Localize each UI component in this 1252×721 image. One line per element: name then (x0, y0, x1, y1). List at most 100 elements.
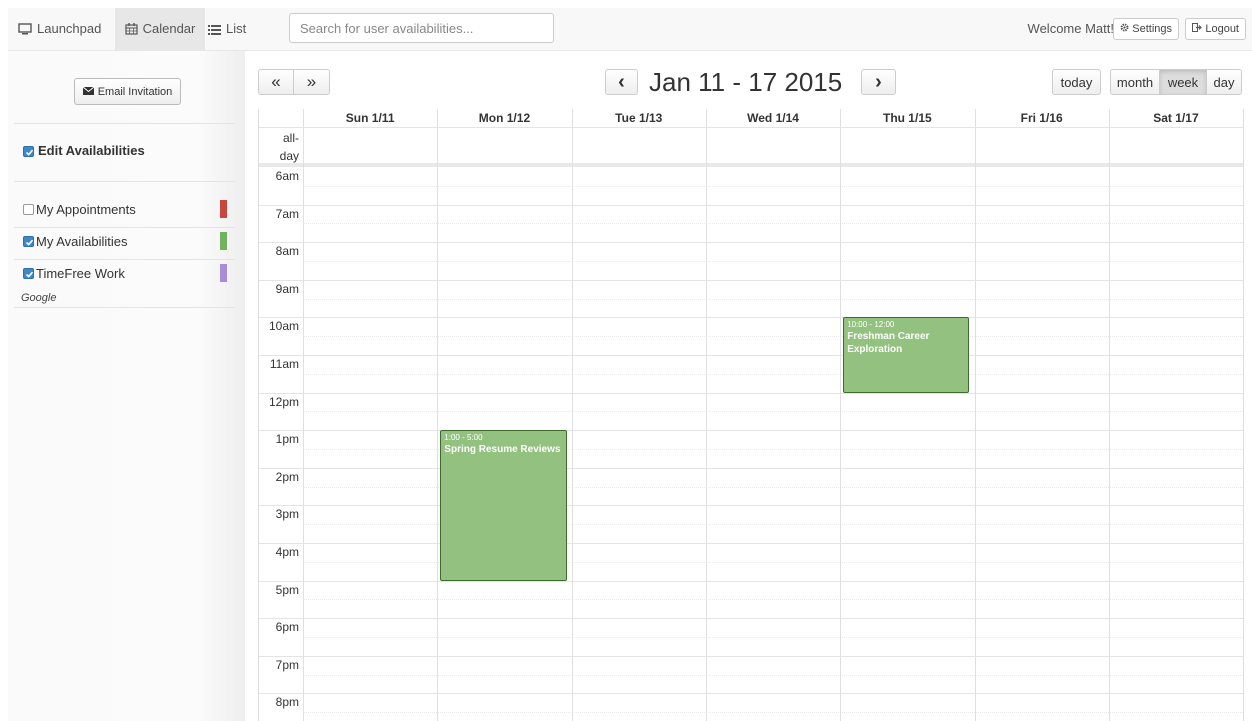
logout-label: Logout (1205, 23, 1239, 35)
my-appointments-label: My Appointments (36, 202, 136, 217)
calendar-icon (125, 23, 138, 35)
day-column-divider (705, 109, 707, 721)
time-label: 8am (275, 244, 299, 259)
welcome-text: Welcome Matt! (1027, 21, 1114, 36)
allday-label-line1: all- (282, 131, 299, 145)
nav-calendar[interactable]: Calendar (115, 8, 205, 50)
timefree-work-color-swatch (220, 264, 227, 282)
email-invitation-label: Email Invitation (97, 85, 173, 98)
day-column-divider (840, 109, 842, 721)
time-label: 8pm (275, 695, 299, 710)
hour-line (259, 580, 1243, 582)
timefree-work-checkbox[interactable] (23, 268, 34, 279)
hour-line (259, 317, 1243, 319)
calendar-event[interactable]: 10:00 - 12:00 Freshman Career Exploration (843, 317, 970, 393)
hour-line (259, 655, 1243, 657)
week-calendar-grid: all- day 6am 7am 8am 9am 10am 11am 12pm 1pm 2pm 3… (258, 109, 1244, 721)
half-hour-line (303, 223, 1243, 225)
time-label: 9am (275, 281, 299, 296)
half-hour-line (303, 185, 1243, 187)
time-label: 7am (275, 206, 299, 221)
event-time: 10:00 - 12:00 (847, 320, 895, 330)
time-label: 11am (269, 357, 299, 371)
edit-availabilities-label: Edit Availabilities (38, 143, 145, 158)
time-label: 3pm (275, 507, 299, 522)
email-invitation-button[interactable]: Email Invitation (74, 78, 181, 105)
half-hour-line (303, 373, 1243, 375)
hour-line (259, 279, 1243, 281)
google-section-label: Google (21, 292, 57, 304)
next-range-button[interactable]: » (293, 69, 330, 95)
timefree-work-label: TimeFree Work (36, 266, 125, 281)
allday-divider (259, 163, 1243, 167)
hour-line (259, 392, 1243, 394)
header-divider (259, 127, 1243, 128)
prev-week-button[interactable]: ‹ (605, 69, 638, 95)
half-hour-line (303, 674, 1243, 676)
day-column-divider (437, 109, 439, 721)
logout-button[interactable]: Logout (1185, 18, 1246, 40)
hour-line (259, 467, 1243, 469)
divider (14, 181, 235, 182)
divider (14, 307, 235, 308)
day-header: Mon 1/12 (478, 111, 531, 125)
half-hour-line (303, 712, 1243, 714)
allday-label: all- day (259, 129, 299, 165)
day-header: Sat 1/17 (1153, 111, 1199, 125)
list-icon (208, 24, 221, 35)
hour-line (259, 204, 1243, 206)
envelope-icon (82, 86, 95, 98)
next-week-button[interactable]: › (861, 69, 896, 95)
time-label: 7pm (275, 657, 299, 672)
sidebar: Email Invitation Edit Availabilities My … (8, 51, 245, 721)
my-appointments-checkbox[interactable] (23, 204, 34, 215)
divider (14, 123, 235, 124)
time-label: 10am (268, 319, 299, 334)
week-view-button[interactable]: week (1159, 69, 1207, 95)
divider (14, 227, 235, 228)
divider (14, 259, 235, 260)
hour-line (259, 618, 1243, 620)
nav-launchpad[interactable]: Launchpad (18, 8, 101, 50)
logout-icon (1192, 19, 1203, 39)
settings-label: Settings (1132, 23, 1172, 35)
search-input[interactable] (289, 13, 554, 43)
monitor-icon (18, 23, 32, 35)
half-hour-line (303, 599, 1243, 601)
nav-list[interactable]: List (208, 8, 246, 50)
prev-range-button[interactable]: « (258, 69, 294, 95)
settings-button[interactable]: Settings (1113, 18, 1179, 40)
event-title: Freshman Career Exploration (847, 331, 930, 356)
my-availabilities-color-swatch (220, 232, 227, 250)
time-label: 6pm (275, 620, 299, 635)
hour-line (259, 242, 1243, 244)
month-view-button[interactable]: month (1110, 69, 1160, 95)
my-availabilities-checkbox[interactable] (23, 236, 34, 247)
half-hour-line (303, 336, 1243, 338)
edit-availabilities-checkbox[interactable] (23, 146, 34, 157)
day-view-button[interactable]: day (1206, 69, 1242, 95)
gear-icon (1120, 19, 1129, 39)
day-header: Fri 1/16 (1020, 111, 1063, 125)
nav-calendar-label: Calendar (142, 21, 196, 36)
half-hour-line (303, 298, 1243, 300)
time-label: 12pm (268, 394, 299, 409)
top-navbar: Launchpad Calendar List Welcome Matt! Se… (8, 8, 1252, 51)
day-column-divider (974, 109, 976, 721)
hour-line (259, 543, 1243, 544)
half-hour-line (303, 411, 1243, 413)
day-header: Thu 1/15 (882, 111, 932, 125)
event-title: Spring Resume Reviews (444, 444, 561, 456)
day-header: Tue 1/13 (615, 111, 663, 125)
time-label: 2pm (275, 469, 299, 484)
time-label: 1pm (275, 432, 299, 447)
calendar-event[interactable]: 1:00 - 5:00 Spring Resume Reviews (440, 430, 567, 581)
today-button[interactable]: today (1052, 69, 1101, 95)
my-availabilities-label: My Availabilities (36, 234, 128, 249)
day-column-divider (1108, 109, 1110, 721)
day-column-divider (303, 109, 304, 721)
half-hour-line (303, 261, 1243, 262)
nav-launchpad-label: Launchpad (37, 21, 102, 36)
time-label: 4pm (275, 545, 299, 559)
time-label: 5pm (275, 582, 299, 597)
